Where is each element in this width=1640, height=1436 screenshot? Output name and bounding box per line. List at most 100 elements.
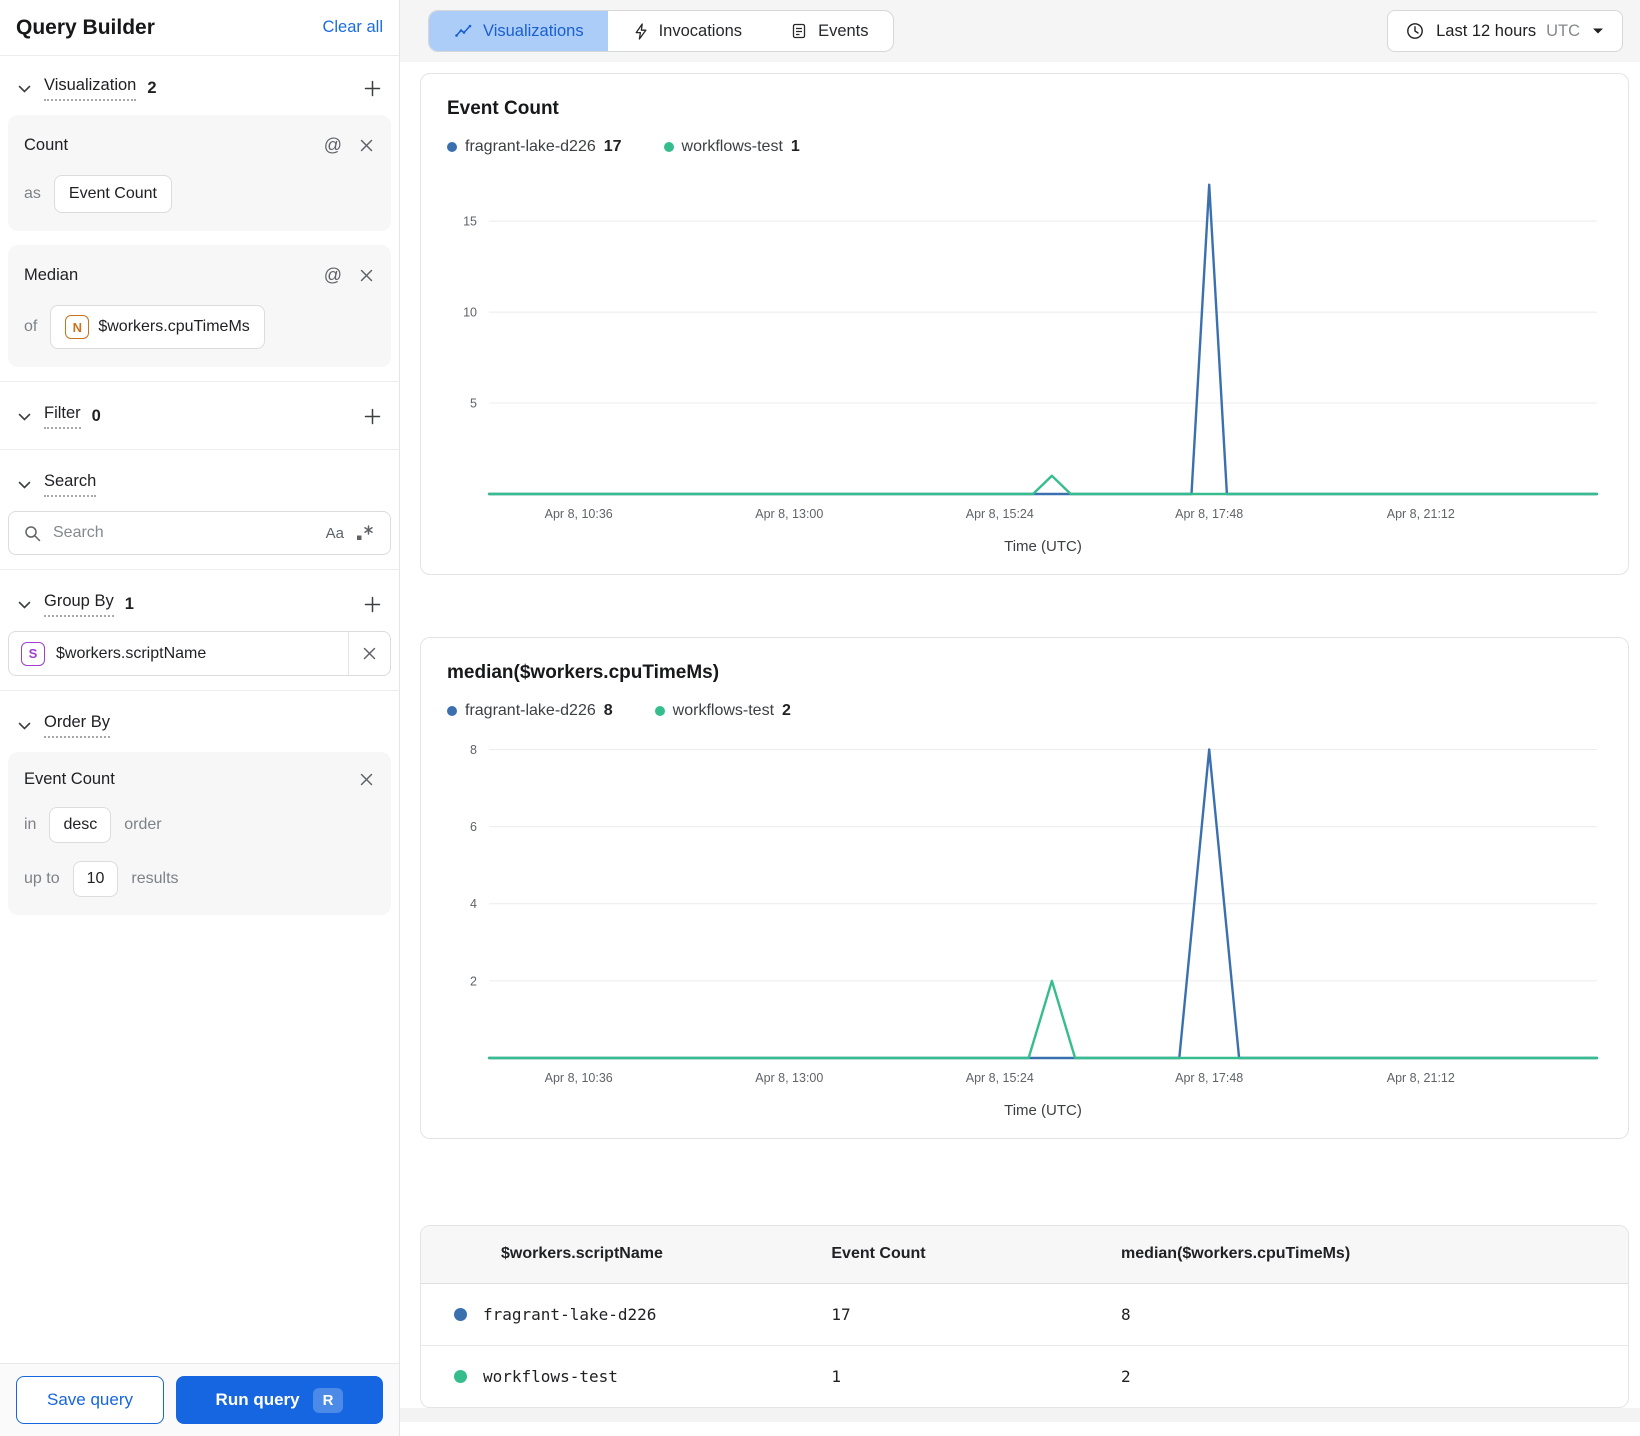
- order-by-section-label: Order By: [44, 713, 111, 738]
- visualization-card-title: Count: [24, 136, 69, 154]
- chart-legend: fragrant-lake-d226 8 workflows-test 2: [447, 702, 1602, 720]
- remove-order-by-button[interactable]: [358, 771, 375, 788]
- results-label: results: [131, 870, 179, 887]
- svg-text:5: 5: [470, 397, 477, 411]
- svg-text:8: 8: [470, 743, 477, 757]
- search-input[interactable]: [53, 524, 316, 542]
- tab-events[interactable]: Events: [766, 11, 892, 51]
- tab-label: Events: [818, 21, 869, 40]
- regex-toggle-icon[interactable]: [354, 523, 377, 543]
- remove-visualization-button[interactable]: [358, 137, 375, 154]
- legend-dot: [447, 142, 457, 152]
- table-body: fragrant-lake-d226 17 8 workflows-test 1 2: [421, 1283, 1628, 1407]
- string-type-icon: S: [21, 641, 45, 666]
- topbar: Visualizations Invocations Events Last 12 …: [400, 0, 1640, 62]
- tab-invocations[interactable]: Invocations: [608, 11, 766, 51]
- save-query-button[interactable]: Save query: [16, 1376, 164, 1424]
- svg-text:Apr 8, 15:24: Apr 8, 15:24: [966, 1071, 1034, 1085]
- group-by-count: 1: [124, 595, 134, 613]
- table-cell-value: 1: [831, 1366, 842, 1386]
- legend-dot: [447, 706, 457, 716]
- svg-text:Apr 8, 13:00: Apr 8, 13:00: [755, 507, 823, 521]
- table-header-row: $workers.scriptName Event Count median($wo…: [421, 1226, 1628, 1284]
- remove-visualization-button[interactable]: [358, 267, 375, 284]
- legend-dot: [663, 142, 674, 152]
- result-limit-input[interactable]: 10: [72, 861, 119, 897]
- group-by-section-label: Group By: [44, 592, 114, 617]
- add-group-by-button[interactable]: [362, 594, 383, 615]
- chevron-down-icon[interactable]: [16, 83, 33, 95]
- run-query-button[interactable]: Run query R: [176, 1376, 383, 1424]
- visualization-card-title: Median: [24, 266, 79, 284]
- add-filter-button[interactable]: [362, 406, 383, 427]
- table-cell-value: 8: [1121, 1283, 1628, 1346]
- svg-text:6: 6: [470, 820, 477, 834]
- legend-dot: [654, 706, 665, 716]
- query-builder-sidebar: Query Builder Clear all Visualization 2 …: [0, 0, 400, 1436]
- tab-visualizations[interactable]: Visualizations: [429, 11, 608, 51]
- chart-plot-area: 5 10 15 Apr 8, 10:36 Apr 8, 13:00 Apr 8, 15:2…: [447, 164, 1602, 560]
- content-area: Event Count fragrant-lake-d226 17 workflow…: [400, 62, 1640, 1436]
- script-name-cell: fragrant-lake-d226: [483, 1304, 657, 1324]
- tab-label: Invocations: [658, 21, 743, 40]
- filter-section-header: Filter 0: [0, 390, 399, 441]
- legend-item[interactable]: workflows-test 2: [654, 702, 791, 720]
- search-section-label: Search: [44, 472, 97, 497]
- visualization-card-median: Median @ of N $workers.cpuTimeMs: [8, 245, 391, 367]
- filter-count: 0: [91, 407, 101, 425]
- remove-group-by-button[interactable]: [348, 632, 390, 675]
- sidebar-header: Query Builder Clear all: [0, 0, 399, 56]
- time-range-label: Last 12 hours: [1436, 21, 1537, 40]
- group-by-item[interactable]: S $workers.scriptName: [8, 631, 391, 676]
- chevron-down-icon[interactable]: [16, 411, 33, 423]
- match-case-toggle[interactable]: Aa: [326, 525, 344, 542]
- field-selector[interactable]: N $workers.cpuTimeMs: [50, 305, 265, 349]
- number-type-icon: N: [65, 315, 90, 339]
- chevron-down-icon[interactable]: [16, 720, 33, 732]
- table-cell-value: 2: [1121, 1366, 1131, 1386]
- at-mention-icon[interactable]: @: [322, 263, 344, 288]
- alias-field[interactable]: Event Count: [53, 175, 172, 213]
- results-table-card: $workers.scriptName Event Count median($wo…: [420, 1225, 1629, 1408]
- results-table: $workers.scriptName Event Count median($wo…: [421, 1226, 1628, 1407]
- visualization-section-label: Visualization: [44, 76, 137, 101]
- legend-series-value: 1: [790, 138, 800, 155]
- legend-series-name: fragrant-lake-d226: [465, 138, 596, 155]
- svg-text:Apr 8, 10:36: Apr 8, 10:36: [545, 1071, 613, 1085]
- svg-text:Apr 8, 15:24: Apr 8, 15:24: [966, 507, 1034, 521]
- svg-text:Apr 8, 17:48: Apr 8, 17:48: [1175, 507, 1243, 521]
- chart-plot-1[interactable]: 2 4 6 8 Apr 8, 10:36 Apr 8, 13:00 Apr 8, 15:24…: [447, 728, 1602, 1124]
- as-label: as: [24, 185, 41, 202]
- legend-series-name: fragrant-lake-d226: [465, 702, 596, 719]
- table-header-3: median($workers.cpuTimeMs): [1121, 1226, 1628, 1284]
- bottom-strip: [400, 1408, 1640, 1422]
- add-visualization-button[interactable]: [362, 78, 383, 99]
- svg-text:Apr 8, 13:00: Apr 8, 13:00: [755, 1071, 823, 1085]
- legend-item[interactable]: fragrant-lake-d226 17: [447, 138, 622, 156]
- legend-series-value: 8: [603, 702, 613, 719]
- script-name-cell: workflows-test: [483, 1366, 618, 1386]
- visualization-card-count: Count @ as Event Count: [8, 115, 391, 231]
- legend-item[interactable]: fragrant-lake-d226 8: [447, 702, 613, 720]
- sidebar-footer: Save query Run query R: [0, 1363, 399, 1436]
- svg-text:Time (UTC): Time (UTC): [1004, 1102, 1082, 1119]
- chart-plot-0[interactable]: 5 10 15 Apr 8, 10:36 Apr 8, 13:00 Apr 8, 15:2…: [447, 164, 1602, 560]
- chevron-down-icon[interactable]: [16, 599, 33, 611]
- legend-item[interactable]: workflows-test 1: [663, 138, 800, 156]
- svg-text:Apr 8, 21:12: Apr 8, 21:12: [1387, 1071, 1455, 1085]
- page-title: Query Builder: [16, 15, 155, 39]
- table-row[interactable]: fragrant-lake-d226 17 8: [421, 1283, 1628, 1346]
- clear-all-link[interactable]: Clear all: [322, 18, 383, 37]
- table-row[interactable]: workflows-test 1 2: [421, 1345, 1628, 1407]
- chevron-down-icon[interactable]: [16, 479, 33, 491]
- group-by-section-header: Group By 1: [0, 578, 399, 629]
- bolt-icon: [632, 21, 650, 42]
- time-range-selector[interactable]: Last 12 hours UTC: [1387, 10, 1623, 52]
- sort-direction-select[interactable]: desc: [49, 807, 112, 843]
- chart-title: median($workers.cpuTimeMs): [447, 662, 720, 683]
- legend-series-value: 2: [782, 702, 791, 719]
- table-cell-value: 17: [831, 1283, 1122, 1346]
- series-color-dot: [454, 1369, 467, 1383]
- run-query-label: Run query: [215, 1390, 300, 1409]
- at-mention-icon[interactable]: @: [322, 133, 344, 158]
